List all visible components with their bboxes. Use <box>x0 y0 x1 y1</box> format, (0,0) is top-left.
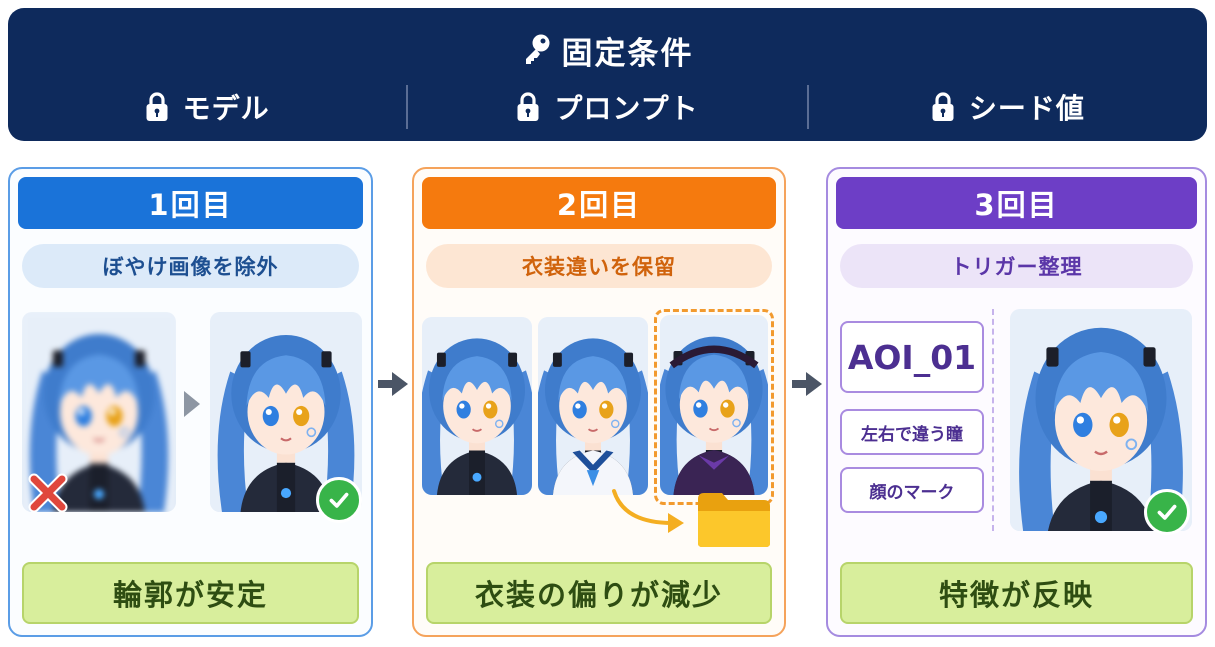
conditions-row: モデル プロンプト シード値 <box>8 80 1207 134</box>
condition-model: モデル <box>8 87 406 127</box>
costume-image-1 <box>422 317 532 495</box>
feature-tag: 左右で違う瞳 <box>840 409 984 455</box>
costume-image-2 <box>538 317 648 495</box>
round-2-panel: 2回目 衣装違いを保留 衣装の偏りが減少 <box>412 167 786 637</box>
round-3-title: 3回目 <box>836 177 1197 229</box>
round-1-title: 1回目 <box>18 177 363 229</box>
condition-label: シード値 <box>968 92 1085 125</box>
key-icon <box>525 34 549 64</box>
divider <box>992 309 994 531</box>
arrow-icon <box>612 489 684 533</box>
header-title-row: 固定条件 <box>8 28 1207 72</box>
check-icon <box>316 477 362 523</box>
trigger-word-box: AOI_01 <box>840 321 984 393</box>
condition-seed: シード値 <box>809 87 1207 127</box>
arrow-icon <box>184 391 200 417</box>
round-2-title: 2回目 <box>422 177 776 229</box>
condition-label: プロンプト <box>554 92 699 125</box>
lock-icon <box>145 92 169 122</box>
arrow-icon <box>378 372 408 396</box>
round-2-result: 衣装の偏りが減少 <box>426 562 772 624</box>
round-1-subtitle: ぼやけ画像を除外 <box>22 244 359 288</box>
round-3-result: 特徴が反映 <box>840 562 1193 624</box>
round-3-panel: 3回目 トリガー整理 AOI_01 左右で違う瞳 顔のマーク 特徴が反映 <box>826 167 1207 637</box>
lock-icon <box>516 92 540 122</box>
round-1-result: 輪郭が安定 <box>22 562 359 624</box>
condition-prompt: プロンプト <box>408 87 806 127</box>
round-1-panel: 1回目 ぼやけ画像を除外 輪郭が安定 <box>8 167 373 637</box>
arrow-icon <box>792 372 822 396</box>
feature-tag: 顔のマーク <box>840 467 984 513</box>
folder-icon <box>698 493 770 547</box>
header-title: 固定条件 <box>561 35 694 72</box>
lock-icon <box>931 92 955 122</box>
check-icon <box>1144 489 1190 535</box>
round-2-subtitle: 衣装違いを保留 <box>426 244 772 288</box>
fixed-conditions-header: 固定条件 モデル プロンプト シード値 <box>8 8 1207 141</box>
x-icon <box>28 473 68 513</box>
costume-image-held <box>660 315 768 495</box>
condition-label: モデル <box>182 92 270 125</box>
round-3-subtitle: トリガー整理 <box>840 244 1193 288</box>
